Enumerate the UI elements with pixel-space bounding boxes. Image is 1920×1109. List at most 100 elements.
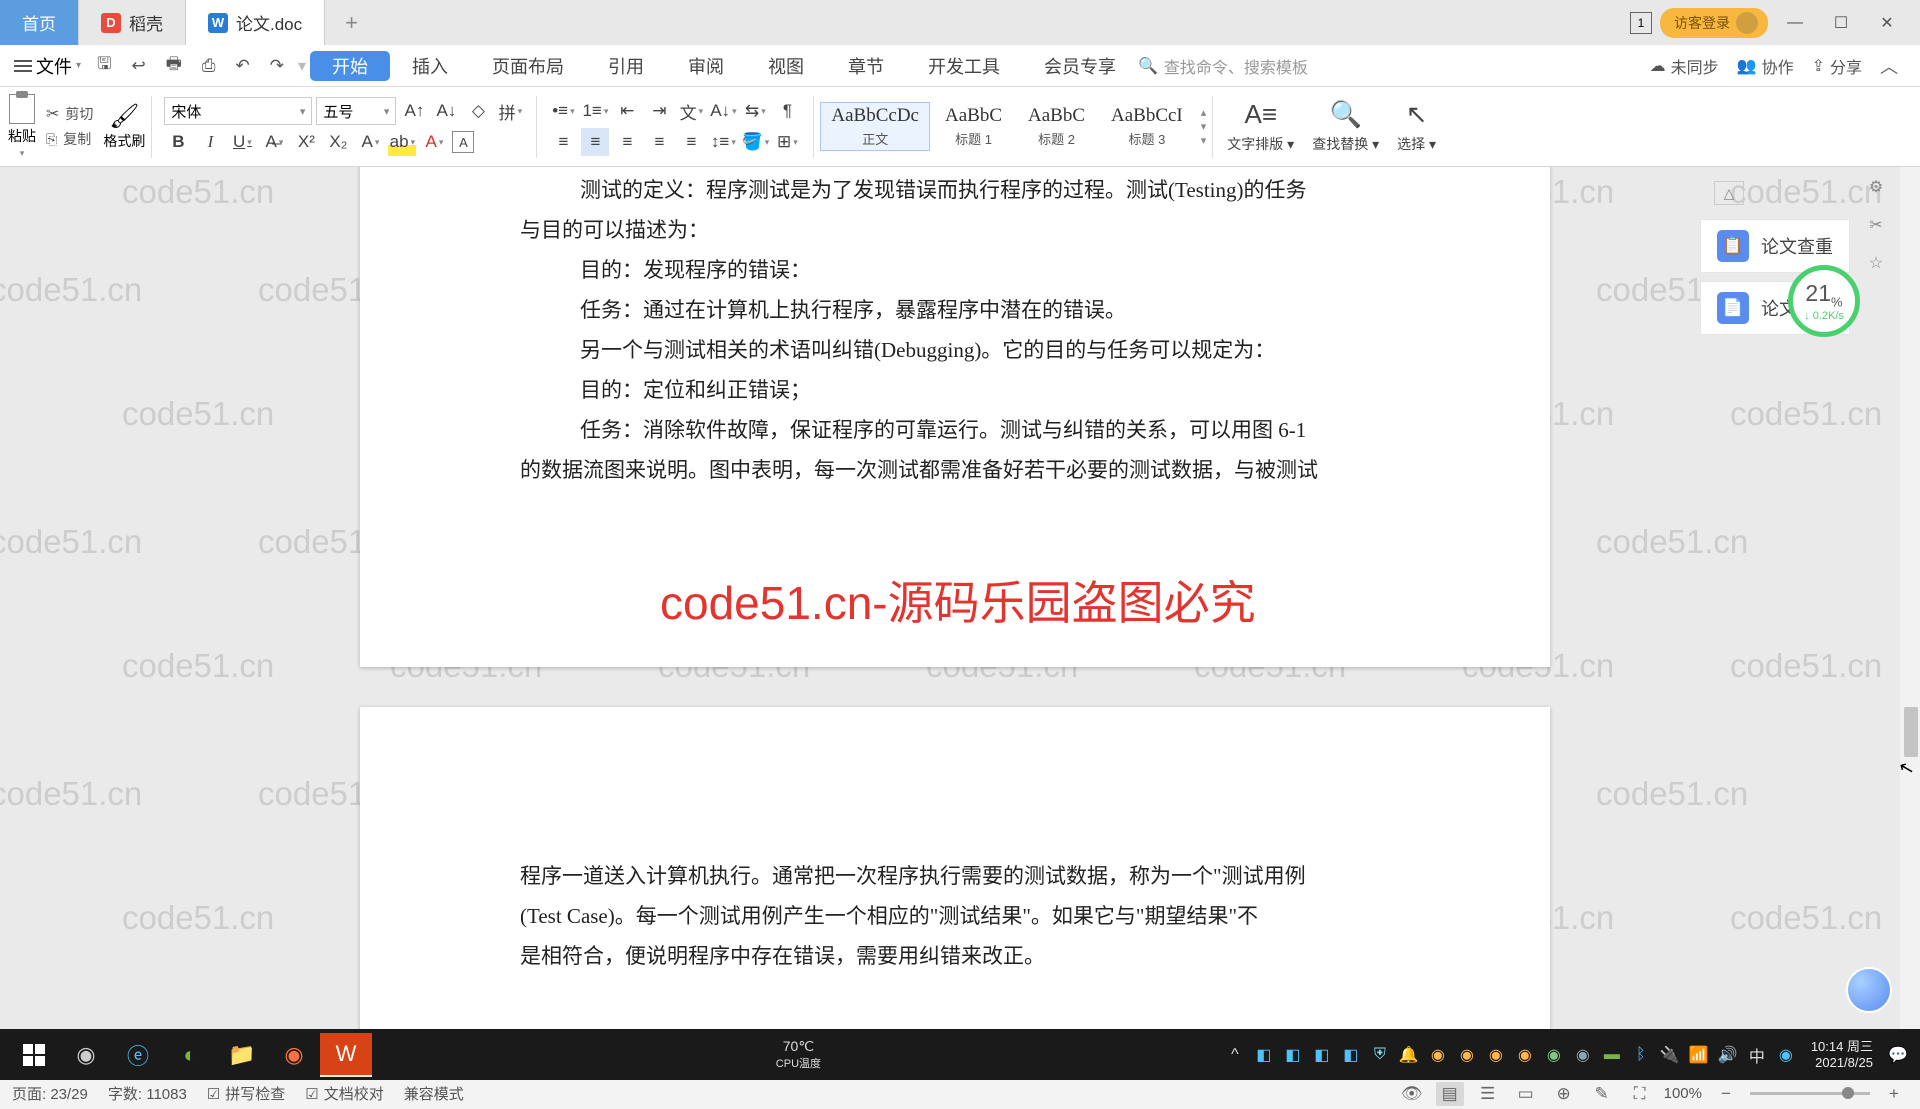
align-right-button[interactable]: ≡ — [613, 128, 641, 156]
add-tab-button[interactable]: + — [325, 10, 378, 36]
tab-home[interactable]: 首页 — [0, 0, 79, 45]
scrollbar-thumb[interactable] — [1904, 707, 1918, 757]
paste-button[interactable]: 粘贴▾ — [8, 94, 36, 159]
assistant-bubble[interactable] — [1846, 967, 1892, 1013]
tool-gear-icon[interactable]: ⚙ — [1862, 173, 1890, 201]
minimize-button[interactable]: — — [1776, 8, 1814, 38]
tab-button[interactable]: ⇆ — [741, 97, 769, 125]
tray-notifications-icon[interactable]: 💬 — [1888, 1045, 1908, 1065]
tray-shield-icon[interactable]: ⛨ — [1370, 1045, 1390, 1065]
menu-tab-layout[interactable]: 页面布局 — [470, 45, 586, 87]
font-color-button[interactable]: A — [420, 128, 448, 156]
menu-tab-review[interactable]: 审阅 — [666, 45, 746, 87]
tray-icon[interactable]: ◧ — [1312, 1045, 1332, 1065]
menu-tab-start[interactable]: 开始 — [310, 51, 390, 81]
tray-power-icon[interactable]: 🔌 — [1660, 1045, 1680, 1065]
align-distribute-button[interactable]: ≡ — [677, 128, 705, 156]
menu-tab-devtools[interactable]: 开发工具 — [906, 45, 1022, 87]
tray-icon[interactable]: ◉ — [1544, 1045, 1564, 1065]
tray-icon[interactable]: ◉ — [1573, 1045, 1593, 1065]
copy-button[interactable]: ⎘复制 — [44, 128, 95, 150]
shading-button[interactable]: 🪣 — [741, 128, 769, 156]
tray-up-icon[interactable]: ^ — [1225, 1045, 1245, 1065]
superscript-button[interactable]: X² — [292, 128, 320, 156]
speed-widget[interactable]: 21% ↓ 0.2K/s — [1788, 265, 1860, 337]
tray-wifi-icon[interactable]: 📶 — [1689, 1045, 1709, 1065]
clear-format-icon[interactable]: ◇ — [464, 97, 492, 125]
tray-bluetooth-icon[interactable]: ᛒ — [1631, 1045, 1651, 1065]
share-button[interactable]: ⇪分享 — [1812, 54, 1862, 78]
search-box[interactable]: 🔍 查找命令、搜索模板 — [1138, 54, 1308, 78]
maximize-button[interactable]: ☐ — [1822, 8, 1860, 38]
grow-font-icon[interactable]: A↑ — [400, 97, 428, 125]
tray-icon[interactable]: ◉ — [1428, 1045, 1448, 1065]
show-marks-button[interactable]: ¶ — [773, 97, 801, 125]
close-button[interactable]: ✕ — [1868, 8, 1906, 38]
strike-button[interactable]: A̶ — [260, 128, 288, 156]
web-view-icon[interactable]: ⊕ — [1550, 1082, 1578, 1106]
increase-indent-button[interactable]: ⇥ — [645, 97, 673, 125]
taskbar-app2[interactable]: ◉ — [268, 1033, 320, 1077]
tab-daoqiao[interactable]: D 稻壳 — [79, 0, 186, 45]
qat-save-icon[interactable]: 🖫 — [87, 51, 121, 80]
tray-icon[interactable]: ◧ — [1283, 1045, 1303, 1065]
menu-tab-insert[interactable]: 插入 — [390, 45, 470, 87]
asian-layout-button[interactable]: 文 — [677, 97, 705, 125]
annotate-icon[interactable]: ✎ — [1588, 1082, 1616, 1106]
tray-nvidia-icon[interactable]: ▬ — [1602, 1045, 1622, 1065]
select-button[interactable]: ↖ 选择 ▾ — [1389, 99, 1444, 154]
font-name-select[interactable]: 宋体 — [164, 97, 312, 125]
zoom-level[interactable]: 100% — [1664, 1085, 1702, 1102]
document-page[interactable]: 程序一道送入计算机执行。通常把一次程序执行需要的测试数据，称为一个"测试用例 (… — [360, 707, 1550, 1077]
numbering-button[interactable]: 1≡ — [581, 97, 609, 125]
zoom-in-button[interactable]: + — [1880, 1082, 1908, 1106]
align-center-button[interactable]: ≡ — [581, 128, 609, 156]
taskbar-app[interactable]: ◉ — [60, 1033, 112, 1077]
style-h2[interactable]: AaBbC 标题 2 — [1017, 102, 1096, 151]
bold-button[interactable]: B — [164, 128, 192, 156]
tray-icon[interactable]: ◧ — [1254, 1045, 1274, 1065]
align-justify-button[interactable]: ≡ — [645, 128, 673, 156]
taskbar-edge[interactable]: ◐ — [164, 1033, 216, 1077]
tray-icon[interactable]: ◉ — [1486, 1045, 1506, 1065]
tray-icon[interactable]: ◉ — [1515, 1045, 1535, 1065]
start-button[interactable] — [8, 1033, 60, 1077]
page-view-icon[interactable]: ▤ — [1436, 1082, 1464, 1106]
vertical-scrollbar[interactable] — [1900, 167, 1920, 1077]
tray-icon[interactable]: ◧ — [1341, 1045, 1361, 1065]
tray-icon[interactable]: ◉ — [1776, 1045, 1796, 1065]
fit-icon[interactable]: ⛶ — [1626, 1082, 1654, 1106]
text-effect-button[interactable]: A — [356, 128, 384, 156]
zoom-slider[interactable] — [1750, 1092, 1870, 1095]
taskbar-ie[interactable]: ⓔ — [112, 1033, 164, 1077]
subscript-button[interactable]: X₂ — [324, 128, 352, 156]
collab-button[interactable]: 👥协作 — [1737, 54, 1794, 78]
taskbar-explorer[interactable]: 📁 — [216, 1033, 268, 1077]
style-h1[interactable]: AaBbC 标题 1 — [934, 102, 1013, 151]
tool-star-icon[interactable]: ☆ — [1862, 249, 1890, 277]
word-count[interactable]: 字数: 11083 — [108, 1083, 187, 1104]
page-indicator[interactable]: 页面: 23/29 — [12, 1083, 88, 1104]
decrease-indent-button[interactable]: ⇤ — [613, 97, 641, 125]
char-border-button[interactable]: A — [452, 131, 474, 153]
file-menu[interactable]: 文件 ▾ — [8, 53, 87, 79]
underline-button[interactable]: U — [228, 128, 256, 156]
tray-icon[interactable]: ◉ — [1457, 1045, 1477, 1065]
style-h3[interactable]: AaBbCcI 标题 3 — [1100, 102, 1194, 151]
tray-ime-icon[interactable]: 中 — [1747, 1045, 1767, 1065]
read-view-icon[interactable]: ▭ — [1512, 1082, 1540, 1106]
italic-button[interactable]: I — [196, 128, 224, 156]
line-spacing-button[interactable]: ↕≡ — [709, 128, 737, 156]
qat-undo2-icon[interactable]: ↶ — [225, 56, 259, 76]
highlight-button[interactable]: ab — [388, 128, 416, 156]
qat-print-icon[interactable]: 🖶 — [156, 51, 192, 80]
qat-redo-icon[interactable]: ↷ — [260, 56, 294, 76]
format-painter-button[interactable]: 🖌 格式刷 — [103, 102, 145, 151]
style-scroll[interactable]: ▴▾▾ — [1198, 106, 1207, 147]
phonetic-icon[interactable]: 拼 — [496, 97, 524, 125]
tab-document[interactable]: W 论文.doc — [186, 0, 325, 45]
window-count-icon[interactable]: 1 — [1630, 12, 1652, 34]
qat-undo-icon[interactable]: ↩ — [122, 56, 156, 76]
tray-volume-icon[interactable]: 🔊 — [1718, 1045, 1738, 1065]
outline-view-icon[interactable]: ☰ — [1474, 1082, 1502, 1106]
